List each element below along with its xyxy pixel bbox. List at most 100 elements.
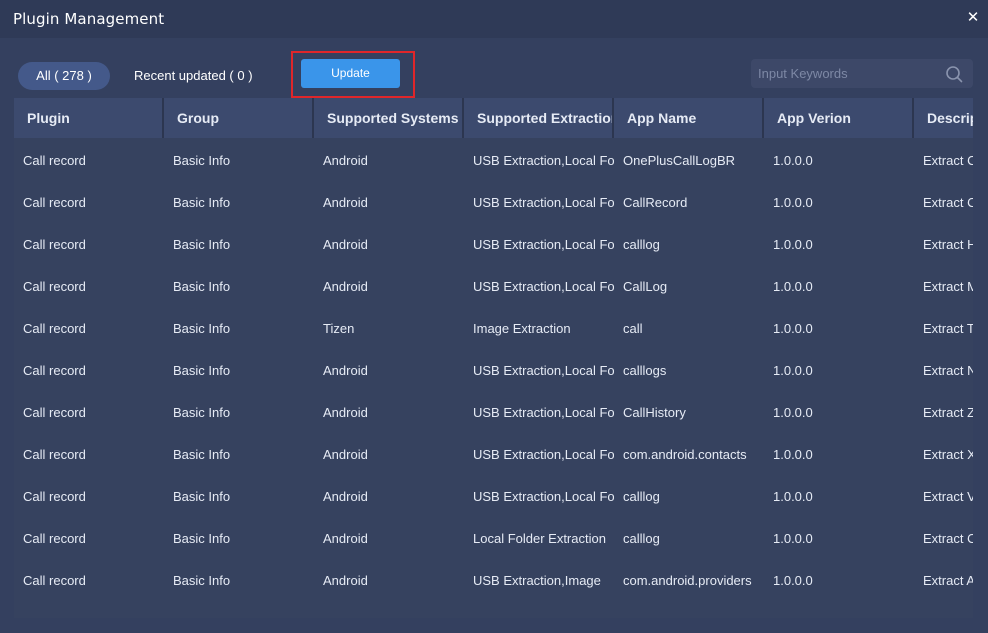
table-cell: Extract Tizen: [923, 321, 973, 336]
table-cell: Android: [323, 405, 368, 420]
table-cell: Extract Meizu: [923, 279, 973, 294]
tab-recent-updated[interactable]: Recent updated ( 0 ): [134, 62, 253, 90]
table-cell: Call record: [23, 363, 86, 378]
table-row[interactable]: Call record Basic Info Android USB Extracti…: [14, 434, 973, 476]
table-row[interactable]: Call record Basic Info Android Local Folder…: [14, 518, 973, 560]
table-cell: Call record: [23, 447, 86, 462]
table-cell: calllog: [623, 489, 660, 504]
table-cell: Extract ZTE: [923, 405, 973, 420]
table-cell: Extract Call: [923, 153, 973, 168]
table-cell: Tizen: [323, 321, 355, 336]
table-cell: com.android.providers: [623, 573, 752, 588]
table-cell: Call record: [23, 237, 86, 252]
title-bar: Plugin Management ✕: [0, 0, 988, 38]
table-cell: CallHistory: [623, 405, 686, 420]
table-cell: 1.0.0.0: [773, 153, 813, 168]
table-cell: Basic Info: [173, 573, 231, 588]
table-cell: USB Extraction,Local Folder: [473, 195, 614, 210]
table-row[interactable]: Call record Basic Info Android USB Extracti…: [14, 392, 973, 434]
table-cell: Call record: [23, 531, 86, 546]
table-cell: Android: [323, 489, 368, 504]
table-cell: USB Extraction,Local Folder: [473, 489, 614, 504]
table-cell: Call record: [23, 153, 86, 168]
table-cell: 1.0.0.0: [773, 531, 813, 546]
table-cell: Android: [323, 153, 368, 168]
table-cell: 1.0.0.0: [773, 573, 813, 588]
table-cell: USB Extraction,Local Folder: [473, 447, 614, 462]
table-cell: 1.0.0.0: [773, 405, 813, 420]
table-cell: 1.0.0.0: [773, 447, 813, 462]
table-cell: USB Extraction,Local Folder: [473, 279, 614, 294]
table-cell: OnePlusCallLogBR: [623, 153, 736, 168]
column-header-description[interactable]: Description: [914, 98, 973, 138]
table-cell: Android: [323, 237, 368, 252]
table-cell: Extract Nokia: [923, 363, 973, 378]
search-box[interactable]: [751, 59, 973, 88]
column-header-supported-extraction[interactable]: Supported Extraction: [464, 98, 614, 138]
table-cell: 1.0.0.0: [773, 489, 813, 504]
table-cell: Extract Oppo: [923, 531, 973, 546]
table-cell: Extract Call: [923, 195, 973, 210]
table-row[interactable]: Call record Basic Info Tizen Image Extracti…: [14, 308, 973, 350]
table-cell: Android: [323, 363, 368, 378]
column-header-supported-systems[interactable]: Supported Systems: [314, 98, 464, 138]
table-cell: Basic Info: [173, 153, 231, 168]
table-cell: Extract Vivo: [923, 489, 973, 504]
close-icon[interactable]: ✕: [965, 8, 981, 26]
table-cell: Local Folder Extraction: [473, 531, 606, 546]
table-header: Plugin Group Supported Systems Supported…: [14, 98, 973, 138]
table-cell: Basic Info: [173, 489, 231, 504]
window-title: Plugin Management: [13, 10, 165, 28]
table-cell: Basic Info: [173, 531, 231, 546]
table-cell: 1.0.0.0: [773, 279, 813, 294]
table-row[interactable]: Call record Basic Info Android USB Extracti…: [14, 266, 973, 308]
table-cell: 1.0.0.0: [773, 363, 813, 378]
table-cell: Android: [323, 195, 368, 210]
table-row[interactable]: Call record Basic Info Android USB Extracti…: [14, 182, 973, 224]
table-cell: calllog: [623, 237, 660, 252]
table-cell: calllog: [623, 531, 660, 546]
table-row[interactable]: Call record Basic Info Android USB Extracti…: [14, 140, 973, 182]
table-cell: Extract Xiaomi: [923, 447, 973, 462]
search-input[interactable]: [758, 59, 938, 88]
table-cell: Call record: [23, 489, 86, 504]
table-cell: CallLog: [623, 279, 668, 294]
table-cell: Call record: [23, 573, 86, 588]
table-cell: com.android.contacts: [623, 447, 747, 462]
table-cell: Basic Info: [173, 363, 231, 378]
table-cell: Extract Android: [923, 573, 973, 588]
table-cell: Extract Huawei: [923, 237, 973, 252]
column-header-app-version[interactable]: App Verion: [764, 98, 914, 138]
column-header-group[interactable]: Group: [164, 98, 314, 138]
table-cell: call: [623, 321, 643, 336]
toolbar: All ( 278 ) Recent updated ( 0 ) Update: [0, 38, 988, 98]
table-cell: USB Extraction,Local Folder: [473, 237, 614, 252]
table-cell: Android: [323, 573, 368, 588]
table-cell: Call record: [23, 321, 86, 336]
table-body: Call record Basic Info Android USB Extracti…: [14, 140, 973, 602]
table-cell: Basic Info: [173, 279, 231, 294]
search-icon[interactable]: [945, 65, 963, 83]
table-row[interactable]: Call record Basic Info Android USB Extracti…: [14, 350, 973, 392]
table-row[interactable]: Call record Basic Info Android USB Extracti…: [14, 476, 973, 518]
table-cell: Call record: [23, 195, 86, 210]
table-cell: CallRecord: [623, 195, 688, 210]
table-cell: Call record: [23, 405, 86, 420]
table-cell: Basic Info: [173, 447, 231, 462]
table-cell: USB Extraction,Local Folder: [473, 153, 614, 168]
table-cell: USB Extraction,Local Folder: [473, 405, 614, 420]
table-cell: 1.0.0.0: [773, 321, 813, 336]
tab-all[interactable]: All ( 278 ): [18, 62, 110, 90]
column-header-plugin[interactable]: Plugin: [14, 98, 164, 138]
table-cell: Basic Info: [173, 405, 231, 420]
table-row[interactable]: Call record Basic Info Android USB Extracti…: [14, 224, 973, 266]
table-cell: Image Extraction: [473, 321, 571, 336]
column-header-app-name[interactable]: App Name: [614, 98, 764, 138]
table-cell: Android: [323, 531, 368, 546]
table-cell: USB Extraction,Image: [473, 573, 601, 588]
table-row[interactable]: Call record Basic Info Android USB Extracti…: [14, 560, 973, 602]
table-cell: Android: [323, 279, 368, 294]
table-footer: [14, 618, 973, 633]
table-cell: Basic Info: [173, 237, 231, 252]
update-button[interactable]: Update: [301, 59, 400, 88]
